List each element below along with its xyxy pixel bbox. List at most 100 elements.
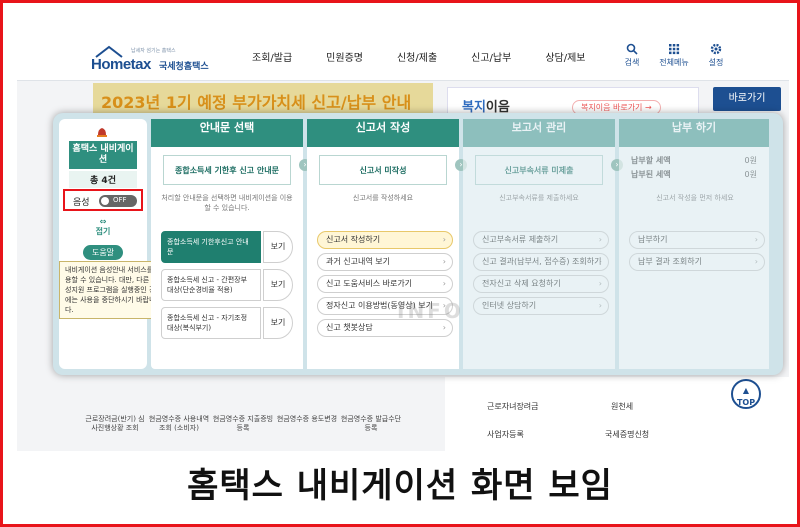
docs-status: 신고부속서류 미제출 (475, 155, 603, 185)
report-option-label: 과거 신고내역 보기 (326, 257, 390, 266)
footer-links: 근로장려금(반기) 심사진행상황 조회 현금영수증 사용내역조회 (소비자) 현… (83, 415, 403, 433)
site-header: 납세자 섬기는 홈택스 Hometax 국세청홈택스 조회/발급 민원증명 신청… (17, 37, 789, 81)
all-menu-label: 전체메뉴 (659, 58, 689, 67)
payment-row: 납부할 세액 0원 (631, 155, 757, 166)
settings-button[interactable]: 설정 (699, 43, 733, 68)
guide-view-button[interactable]: 보기 (263, 231, 293, 263)
payment-column: 납부 하기 납부할 세액 0원 납부된 세액 0원 신고서 작성을 먼저 하세요 납… (619, 119, 769, 369)
payment-option[interactable]: 납부하기 › (629, 231, 765, 249)
quick-link[interactable]: 근로자녀장려금 (487, 401, 539, 412)
guide-select-column: 안내문 선택 종합소득세 기한후 신고 안내문 처리할 안내문을 선택하면 내비… (151, 119, 303, 369)
guide-item[interactable]: 종합소득세 신고 - 간편장부 대상(단순경비율 적용) (161, 269, 261, 301)
menu-consult[interactable]: 상담/제보 (528, 37, 602, 81)
docs-manage-column: 보고서 관리 신고부속서류 미제출 신고부속서류를 제출하세요 신고부속서류 제… (463, 119, 615, 369)
payment-row-label: 납부된 세액 (631, 170, 671, 179)
screenshot-area: 납세자 섬기는 홈택스 Hometax 국세청홈택스 조회/발급 민원증명 신청… (17, 37, 789, 451)
footer-link[interactable]: 현금영수증 용도변경 (275, 415, 339, 433)
top-button[interactable]: ▲ TOP (731, 379, 761, 409)
hometax-logo[interactable]: 납세자 섬기는 홈택스 Hometax 국세청홈택스 (91, 45, 213, 73)
search-icon (626, 43, 638, 55)
grid-icon (669, 44, 680, 55)
docs-option-label: 신고부속서류 제출하기 (482, 235, 559, 244)
guide-view-button[interactable]: 보기 (263, 269, 293, 301)
logo-text: Hometax (91, 56, 151, 73)
menu-apply[interactable]: 신청/제출 (380, 37, 454, 81)
docs-option[interactable]: 신고부속서류 제출하기 › (473, 231, 609, 249)
report-option[interactable]: 신고 도움서비스 바로가기 › (317, 275, 453, 293)
guide-hint: 처리할 안내문을 선택하면 내비게이션을 이용할 수 있습니다. (161, 194, 293, 212)
notice-banner[interactable]: 2023년 1기 예정 부가가치세 신고/납부 안내 (93, 83, 433, 117)
logo-slogan: 납세자 섬기는 홈택스 (131, 48, 176, 54)
report-write-column: 신고서 작성 신고서 미작성 신고서를 작성하세요 신고서 작성하기 › 과거 신… (307, 119, 459, 369)
navigation-title: 홈택스 내비게이션 (69, 141, 137, 169)
menu-civil[interactable]: 민원증명 (309, 37, 380, 81)
report-option[interactable]: 과거 신고내역 보기 › (317, 253, 453, 271)
payment-option-label: 납부하기 (638, 235, 668, 244)
chevron-right-icon: › (598, 257, 602, 266)
footer-link[interactable]: 현금영수증 사용내역조회 (소비자) (147, 415, 211, 433)
footer-link[interactable]: 근로장려금(반기) 심사진행상황 조회 (83, 415, 147, 433)
guide-select-title: 안내문 선택 (151, 119, 303, 147)
chevron-right-icon: › (598, 235, 602, 244)
search-label: 검색 (624, 58, 640, 67)
double-arrow-icon: ⇔ (99, 217, 107, 226)
payment-hint: 신고서 작성을 먼저 하세요 (656, 194, 734, 202)
docs-option[interactable]: 인터넷 상담하기 › (473, 297, 609, 315)
selected-guide: 종합소득세 기한후 신고 안내문 (163, 155, 291, 185)
search-button[interactable]: 검색 (615, 43, 649, 68)
main-menu: 조회/발급 민원증명 신청/제출 신고/납부 상담/제보 (235, 37, 603, 81)
quick-link[interactable]: 사업자등록 (487, 429, 524, 440)
footer-link[interactable]: 현금영수증 발급수단 등록 (339, 415, 403, 433)
docs-option[interactable]: 전자신고 삭제 요청하기 › (473, 275, 609, 293)
menu-report-pay[interactable]: 신고/납부 (454, 37, 528, 81)
fold-label: 접기 (95, 227, 111, 236)
chevron-right-icon: › (442, 257, 446, 266)
logo-org: 국세청홈택스 (159, 62, 209, 72)
gear-icon (710, 43, 722, 55)
report-option[interactable]: 신고서 작성하기 › (317, 231, 453, 249)
payment-option-label: 납부 결과 조회하기 (638, 257, 702, 266)
chevron-right-icon: › (754, 235, 758, 244)
payment-row-value: 0원 (744, 156, 757, 165)
guide-item[interactable]: 종합소득세 신고 - 자기조정 대상(복식부기) (161, 307, 261, 339)
guide-item[interactable]: 종합소득세 기한후신고 안내문 (161, 231, 261, 263)
navigation-count: 총 4건 (69, 171, 137, 188)
bell-icon (97, 128, 107, 137)
guide-view-button[interactable]: 보기 (263, 307, 293, 339)
report-option-label: 신고 도움서비스 바로가기 (326, 279, 413, 288)
hometax-navigation-panel: 홈택스 내비게이션 총 4건 음성 OFF ⇔ 접기 도움말 내비게이션 음성안내… (53, 113, 783, 375)
help-button[interactable]: 도움말 (83, 245, 123, 260)
top-label: TOP (736, 398, 756, 407)
payment-row: 납부된 세액 0원 (631, 169, 757, 180)
report-option-label: 신고서 작성하기 (326, 235, 381, 244)
toggle-state: OFF (113, 196, 127, 204)
docs-option-label: 신고 결과(납부서, 접수증) 조회하기 (482, 257, 602, 266)
menu-inquiry[interactable]: 조회/발급 (235, 37, 309, 81)
payment-row-label: 납부할 세액 (631, 156, 671, 165)
docs-manage-title: 보고서 관리 (463, 119, 615, 147)
report-status: 신고서 미작성 (319, 155, 447, 185)
watermark-text: INFO (397, 299, 464, 323)
chevron-right-icon: › (442, 235, 446, 244)
navigation-sidebar: 홈택스 내비게이션 총 4건 음성 OFF ⇔ 접기 도움말 (59, 119, 147, 369)
goto-button[interactable]: 바로가기 (713, 87, 781, 111)
docs-option[interactable]: 신고 결과(납부서, 접수증) 조회하기 › (473, 253, 609, 271)
chevron-right-icon: › (442, 279, 446, 288)
sound-toggle-highlight: 음성 OFF (63, 189, 143, 211)
all-menu-button[interactable]: 전체메뉴 (657, 43, 691, 68)
top-arrow-icon: ▲ (742, 386, 750, 395)
footer-link[interactable]: 현금영수증 지출증빙 등록 (211, 415, 275, 433)
docs-option-label: 인터넷 상담하기 (482, 301, 537, 310)
red-frame: 납세자 섬기는 홈택스 Hometax 국세청홈택스 조회/발급 민원증명 신청… (0, 0, 800, 527)
payment-option[interactable]: 납부 결과 조회하기 › (629, 253, 765, 271)
chevron-right-icon: › (598, 279, 602, 288)
sound-toggle[interactable]: OFF (99, 195, 137, 207)
payment-row-value: 0원 (744, 170, 757, 179)
fold-button[interactable]: ⇔ 접기 (87, 217, 119, 237)
report-write-title: 신고서 작성 (307, 119, 459, 147)
quick-link[interactable]: 원천세 (611, 401, 633, 412)
toggle-knob (101, 197, 109, 205)
quick-link[interactable]: 국세증명신청 (605, 429, 649, 440)
report-hint: 신고서를 작성하세요 (352, 194, 414, 202)
chevron-right-icon: › (598, 301, 602, 310)
